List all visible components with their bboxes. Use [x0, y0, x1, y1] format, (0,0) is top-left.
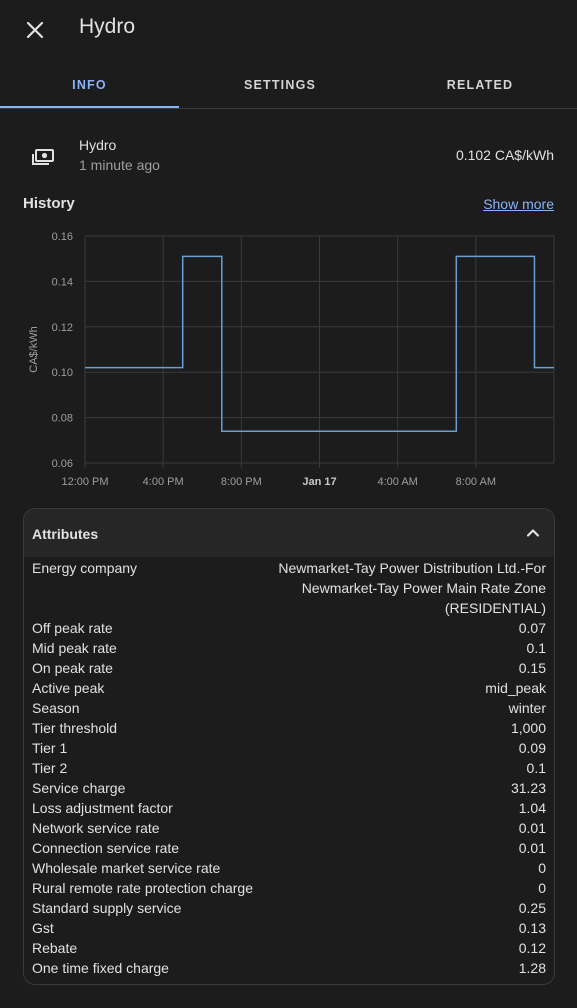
attribute-label: Network service rate: [32, 820, 160, 836]
attribute-row: On peak rate 0.15: [32, 658, 546, 678]
x-tick-label: 4:00 AM: [377, 476, 417, 488]
attribute-value: 0.12: [518, 940, 546, 956]
x-tick-label: 4:00 PM: [143, 476, 184, 488]
attribute-label: Energy company: [32, 560, 138, 576]
show-more-link[interactable]: Show more: [483, 196, 554, 212]
attributes-list: Energy company Newmarket-Tay Power Distri…: [32, 558, 546, 978]
attribute-label: Wholesale market service rate: [32, 860, 221, 876]
cash-icon: [31, 145, 55, 169]
attribute-value: 0.1: [526, 640, 546, 656]
history-chart[interactable]: 0.06 0.08 0.10 0.12 0.14 0.16 12:00 PM 4:00 PM 8…: [0, 220, 577, 495]
attribute-row: Rural remote rate protection charge 0: [32, 878, 546, 898]
x-tick-label: 12:00 PM: [61, 476, 108, 488]
attributes-title: Attributes: [32, 526, 99, 542]
attribute-label: Loss adjustment factor: [32, 800, 173, 816]
attribute-row: One time fixed charge 1.28: [32, 958, 546, 978]
dialog-header: Hydro: [0, 0, 577, 60]
attribute-label: Mid peak rate: [32, 640, 117, 656]
close-icon[interactable]: [22, 17, 48, 43]
attribute-value: 31.23: [510, 780, 546, 796]
y-tick-label: 0.12: [52, 322, 73, 334]
attribute-value: 0.09: [518, 740, 546, 756]
attribute-value: 0.25: [518, 900, 546, 916]
entity-name: Hydro: [79, 137, 117, 153]
attribute-row: Mid peak rate 0.1: [32, 638, 546, 658]
entity-state: 0.102 CA$/kWh: [455, 147, 554, 163]
attribute-value: Newmarket-Tay Power Distribution Ltd.-Fo…: [278, 560, 546, 616]
history-title: History: [23, 195, 75, 212]
y-tick-label: 0.10: [52, 367, 73, 379]
attribute-label: Gst: [32, 920, 54, 936]
attribute-row: Active peak mid_peak: [32, 678, 546, 698]
y-tick-label: 0.06: [52, 458, 73, 470]
attribute-value: 0.1: [526, 760, 546, 776]
active-tab-indicator: [0, 106, 179, 108]
attribute-label: Rural remote rate protection charge: [32, 880, 253, 896]
y-tick-label: 0.14: [52, 276, 73, 288]
attribute-label: Service charge: [32, 780, 126, 796]
attribute-value: winter: [508, 700, 546, 716]
attribute-value: 1.28: [518, 960, 546, 976]
attribute-row: Loss adjustment factor 1.04: [32, 798, 546, 818]
attribute-row: Energy company Newmarket-Tay Power Distri…: [32, 558, 546, 618]
attribute-row: Connection service rate 0.01: [32, 838, 546, 858]
attribute-row: Standard supply service 0.25: [32, 898, 546, 918]
attribute-value: 0.07: [518, 620, 546, 636]
tab-info[interactable]: INFO: [0, 62, 179, 108]
attribute-label: Tier 1: [32, 740, 68, 756]
x-tick-label: Jan 17: [302, 476, 336, 488]
attribute-value: 0.13: [518, 920, 546, 936]
attribute-value: 1,000: [510, 720, 546, 736]
attribute-row: Gst 0.13: [32, 918, 546, 938]
tab-bar: INFO SETTINGS RELATED: [0, 62, 577, 109]
attribute-value: 0: [538, 880, 546, 896]
y-axis-label: CA$/kWh: [28, 326, 40, 372]
attribute-label: Standard supply service: [32, 900, 182, 916]
attribute-value: 0.01: [518, 840, 546, 856]
attribute-row: Off peak rate 0.07: [32, 618, 546, 638]
attribute-value: 0.01: [518, 820, 546, 836]
attribute-label: Season: [32, 700, 80, 716]
x-tick-label: 8:00 PM: [221, 476, 262, 488]
tab-settings[interactable]: SETTINGS: [181, 62, 379, 108]
attribute-row: Tier threshold 1,000: [32, 718, 546, 738]
attribute-row: Service charge 31.23: [32, 778, 546, 798]
chevron-up-icon[interactable]: [524, 524, 542, 542]
attribute-value: 0.15: [518, 660, 546, 676]
attribute-row: Wholesale market service rate 0: [32, 858, 546, 878]
attribute-label: Active peak: [32, 680, 105, 696]
y-tick-label: 0.16: [52, 231, 73, 243]
attribute-value: 1.04: [518, 800, 546, 816]
attribute-label: One time fixed charge: [32, 960, 169, 976]
entity-last-changed: 1 minute ago: [79, 157, 160, 173]
attribute-label: On peak rate: [32, 660, 113, 676]
attribute-label: Off peak rate: [32, 620, 113, 636]
y-tick-label: 0.08: [52, 413, 73, 425]
attribute-row: Rebate 0.12: [32, 938, 546, 958]
attribute-row: Network service rate 0.01: [32, 818, 546, 838]
attribute-row: Tier 1 0.09: [32, 738, 546, 758]
attribute-row: Season winter: [32, 698, 546, 718]
attributes-header[interactable]: Attributes: [24, 509, 554, 557]
attribute-value: mid_peak: [485, 680, 546, 696]
attribute-label: Rebate: [32, 940, 78, 956]
attribute-row: Tier 2 0.1: [32, 758, 546, 778]
tab-related[interactable]: RELATED: [383, 62, 577, 108]
x-tick-label: 8:00 AM: [456, 476, 496, 488]
attribute-label: Tier 2: [32, 760, 68, 776]
attributes-card: Attributes Energy company Newmarket-Tay P…: [23, 508, 555, 985]
attribute-label: Tier threshold: [32, 720, 118, 736]
attribute-value: 0: [538, 860, 546, 876]
attribute-label: Connection service rate: [32, 840, 180, 856]
dialog-title: Hydro: [79, 15, 136, 38]
